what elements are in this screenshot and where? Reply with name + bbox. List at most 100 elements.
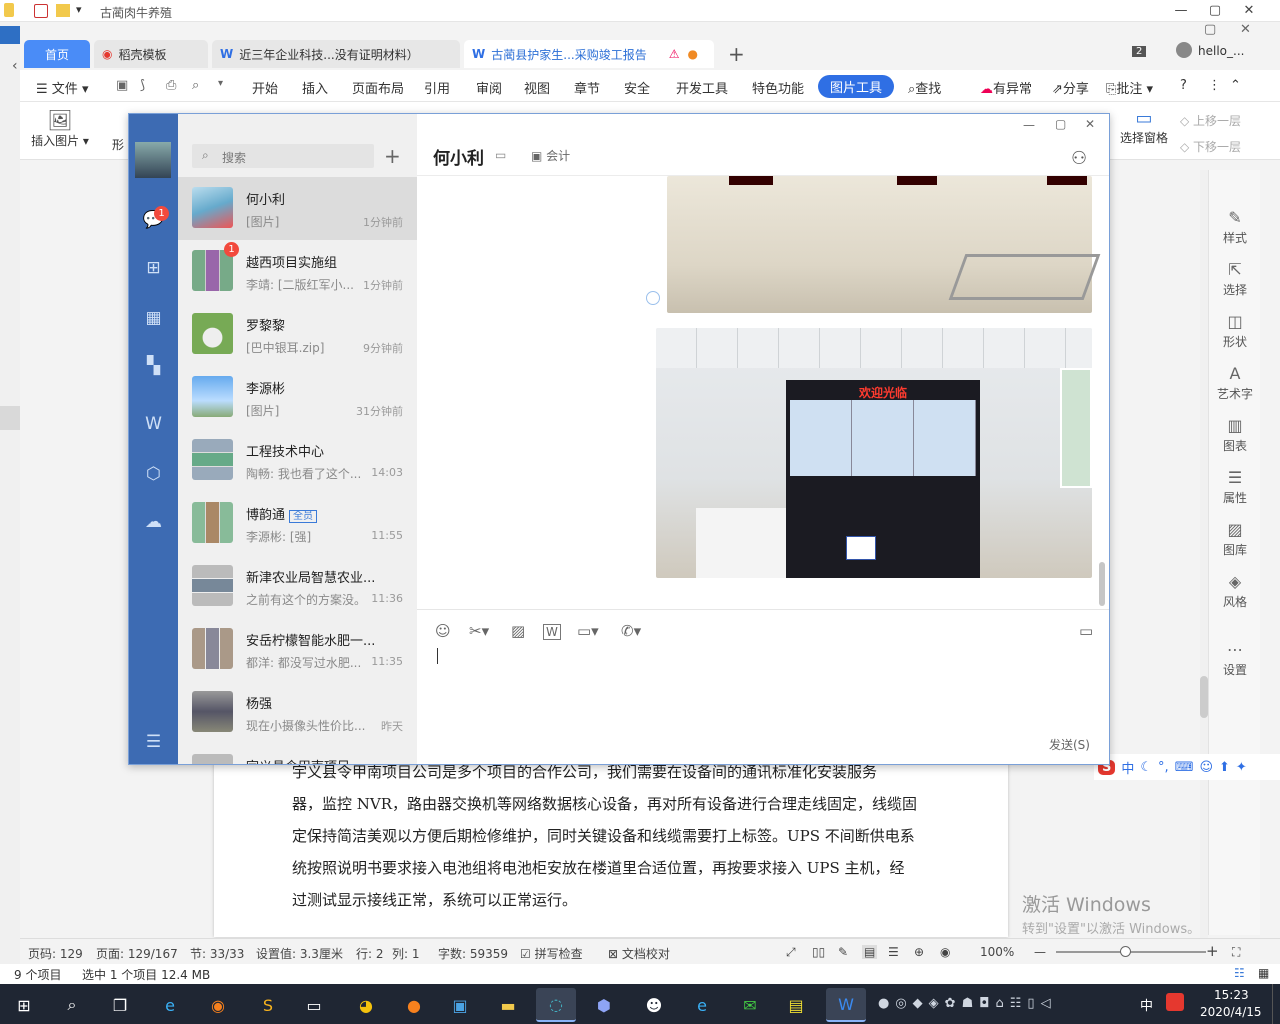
panel-item[interactable]: ⇱ 选择 bbox=[1209, 260, 1261, 298]
outline-view-icon[interactable]: ☰ bbox=[888, 945, 899, 959]
menu-chapter[interactable]: 章节 bbox=[574, 78, 600, 97]
window-count-badge[interactable]: 2 bbox=[1132, 46, 1147, 57]
punct-icon[interactable]: °, bbox=[1158, 760, 1169, 775]
file-menu-tab[interactable] bbox=[0, 26, 20, 44]
comment-button[interactable]: ⎘批注 ▾ bbox=[1106, 78, 1153, 97]
ime-indicator[interactable]: 中 bbox=[1140, 995, 1153, 1014]
org-chart-nav-icon[interactable]: ⊞ bbox=[129, 250, 178, 286]
list-item[interactable]: 新津农业局智慧农业... 之前有这个的方案没。 11:36 bbox=[178, 555, 417, 618]
maximize-button[interactable]: ▢ bbox=[1055, 117, 1066, 131]
format-painter-icon[interactable]: ⟆ bbox=[140, 78, 145, 93]
quick-access-dropdown-icon[interactable]: ▾ bbox=[76, 3, 82, 16]
send-backward-button[interactable]: ◇ 下移一层 bbox=[1180, 138, 1241, 155]
tab-doc-report[interactable]: W 古蔺县护家生...采购竣工报告 ⚠ ● bbox=[464, 40, 714, 68]
ie-icon[interactable]: e bbox=[150, 988, 190, 1022]
list-item[interactable]: 博韵通 全员 李源彬: [强] 11:55 bbox=[178, 492, 417, 555]
shape-button[interactable]: 形 bbox=[112, 136, 124, 153]
panel-item[interactable]: ▥ 图表 bbox=[1209, 416, 1261, 454]
sublime-icon[interactable]: S bbox=[248, 988, 288, 1022]
qq-icon[interactable]: ☻ bbox=[634, 988, 674, 1022]
send-button[interactable]: 发送(S) bbox=[1049, 736, 1090, 753]
zoom-level[interactable]: 100% bbox=[980, 945, 1014, 959]
page-view-icon[interactable]: ▤ bbox=[862, 945, 878, 959]
spell-check-button[interactable]: ☑ 拼写检查 bbox=[520, 945, 583, 962]
zoom-in-button[interactable]: + bbox=[1206, 942, 1219, 960]
panel-item[interactable]: A 艺术字 bbox=[1209, 364, 1261, 402]
file-explorer-icon[interactable]: ▬ bbox=[488, 988, 528, 1022]
messages-nav-icon[interactable]: 💬 bbox=[129, 202, 178, 238]
more-icon[interactable]: ⋮ bbox=[1208, 78, 1221, 93]
screenshot-icon[interactable]: ✂▾ bbox=[469, 622, 489, 640]
menu-dev-tools[interactable]: 开发工具 bbox=[676, 78, 728, 97]
list-item[interactable]: 李源彬 [图片] 31分钟前 bbox=[178, 366, 417, 429]
minimize-button[interactable]: — bbox=[1023, 118, 1035, 132]
menu-review[interactable]: 审阅 bbox=[476, 78, 502, 97]
docs-nav-icon[interactable]: W bbox=[129, 406, 178, 442]
zoom-slider[interactable] bbox=[1056, 951, 1206, 953]
menu-view[interactable]: 视图 bbox=[524, 78, 550, 97]
search-input[interactable]: ⌕ 搜索 bbox=[192, 144, 374, 168]
ime-lang[interactable]: 中 bbox=[1121, 758, 1134, 777]
image-message[interactable]: 欢迎光临 bbox=[656, 328, 1092, 578]
menu-start[interactable]: 开始 bbox=[252, 78, 278, 97]
history-icon[interactable]: ▭ bbox=[1079, 622, 1093, 640]
apps-nav-icon[interactable]: ▚ bbox=[129, 348, 178, 384]
sogou-tray-icon[interactable] bbox=[1166, 993, 1184, 1011]
doc-icon[interactable]: W bbox=[543, 624, 561, 640]
share-button[interactable]: ⇗分享 bbox=[1052, 78, 1089, 97]
more-dropdown-icon[interactable]: ▾ bbox=[218, 78, 223, 89]
panel-item[interactable]: ◫ 形状 bbox=[1209, 312, 1261, 350]
vertical-scrollbar[interactable] bbox=[1200, 170, 1208, 940]
zoom-slider-thumb[interactable] bbox=[1120, 946, 1131, 957]
exception-button[interactable]: ☁有异常 bbox=[980, 78, 1032, 97]
new-tab-button[interactable]: + bbox=[728, 42, 745, 66]
task-view-icon[interactable]: ❐ bbox=[100, 988, 140, 1022]
firefox-icon[interactable]: ◉ bbox=[198, 988, 238, 1022]
tab-home[interactable]: 首页 bbox=[24, 40, 90, 68]
scrollbar-thumb[interactable] bbox=[1200, 676, 1208, 718]
list-item[interactable]: 罗黎黎 [巴中银耳.zip] 9分钟前 bbox=[178, 303, 417, 366]
close-button[interactable]: ✕ bbox=[1232, 0, 1266, 22]
list-item[interactable]: 工程技术中心 陶畅: 我也看了这个... 14:03 bbox=[178, 429, 417, 492]
postman-icon[interactable]: ● bbox=[394, 988, 434, 1022]
fit-page-icon[interactable]: ⛶ bbox=[1232, 945, 1240, 960]
edge-ie-icon[interactable]: e bbox=[682, 988, 722, 1022]
panel-item[interactable]: ☰ 属性 bbox=[1209, 468, 1261, 506]
list-item[interactable]: 何小利 [图片] 1分钟前 bbox=[178, 177, 417, 240]
read-mode-icon[interactable]: ▯▯ bbox=[812, 945, 825, 959]
menu-insert[interactable]: 插入 bbox=[302, 78, 328, 97]
print-preview-icon[interactable]: ⌕ bbox=[192, 78, 199, 93]
status-page[interactable]: 页面: 129/167 bbox=[96, 945, 178, 962]
emoji-icon[interactable]: ☺ bbox=[435, 622, 451, 640]
maximize-button[interactable]: ▢ bbox=[1198, 0, 1232, 22]
list-item[interactable]: 1 越西项目实施组 李靖: [二版红军小... 1分钟前 bbox=[178, 240, 417, 303]
restore-icon[interactable]: ▢ bbox=[1204, 22, 1216, 37]
user-name[interactable]: hello_... bbox=[1198, 44, 1244, 58]
text-cursor[interactable] bbox=[437, 648, 438, 664]
keyboard-icon[interactable]: ⌨ bbox=[1175, 760, 1194, 775]
zoom-out-button[interactable]: — bbox=[1034, 945, 1046, 959]
image-icon[interactable]: ▨ bbox=[511, 622, 525, 640]
help-icon[interactable]: ? bbox=[1180, 78, 1187, 93]
app-icon[interactable]: ▣ bbox=[440, 988, 480, 1022]
user-icon[interactable]: ☺ bbox=[1199, 760, 1213, 775]
add-member-icon[interactable]: ⚇ bbox=[1071, 148, 1087, 169]
phone-icon[interactable]: ✆▾ bbox=[621, 622, 641, 640]
notes-icon[interactable]: ▤ bbox=[776, 988, 816, 1022]
close-button[interactable]: ✕ bbox=[1085, 117, 1095, 131]
start-button[interactable]: ⊞ bbox=[4, 988, 44, 1022]
menu-picture-tools[interactable]: 图片工具 bbox=[818, 75, 895, 98]
edit-mode-icon[interactable]: ✎ bbox=[838, 945, 848, 959]
fullscreen-icon[interactable]: ⤢ bbox=[786, 945, 796, 960]
bring-forward-button[interactable]: ◇ 上移一层 bbox=[1180, 112, 1241, 129]
folder-icon[interactable]: ▭▾ bbox=[577, 622, 599, 640]
list-item[interactable]: 安岳柠檬智能水肥一... 都洋: 都没写过水肥... 11:35 bbox=[178, 618, 417, 681]
eye-protection-icon[interactable]: ◉ bbox=[940, 945, 950, 959]
panel-item[interactable]: ▨ 图库 bbox=[1209, 520, 1261, 558]
menu-nav-icon[interactable]: ☰ bbox=[129, 724, 178, 760]
image-message[interactable] bbox=[667, 176, 1101, 313]
web-view-icon[interactable]: ⊕ bbox=[914, 945, 924, 959]
find-button[interactable]: ⌕查找 bbox=[908, 78, 941, 97]
properties-icon[interactable] bbox=[34, 4, 48, 18]
tray-icons[interactable]: ●◎◆◈✿☗◘⌂☷▯◁ bbox=[878, 996, 1057, 1011]
